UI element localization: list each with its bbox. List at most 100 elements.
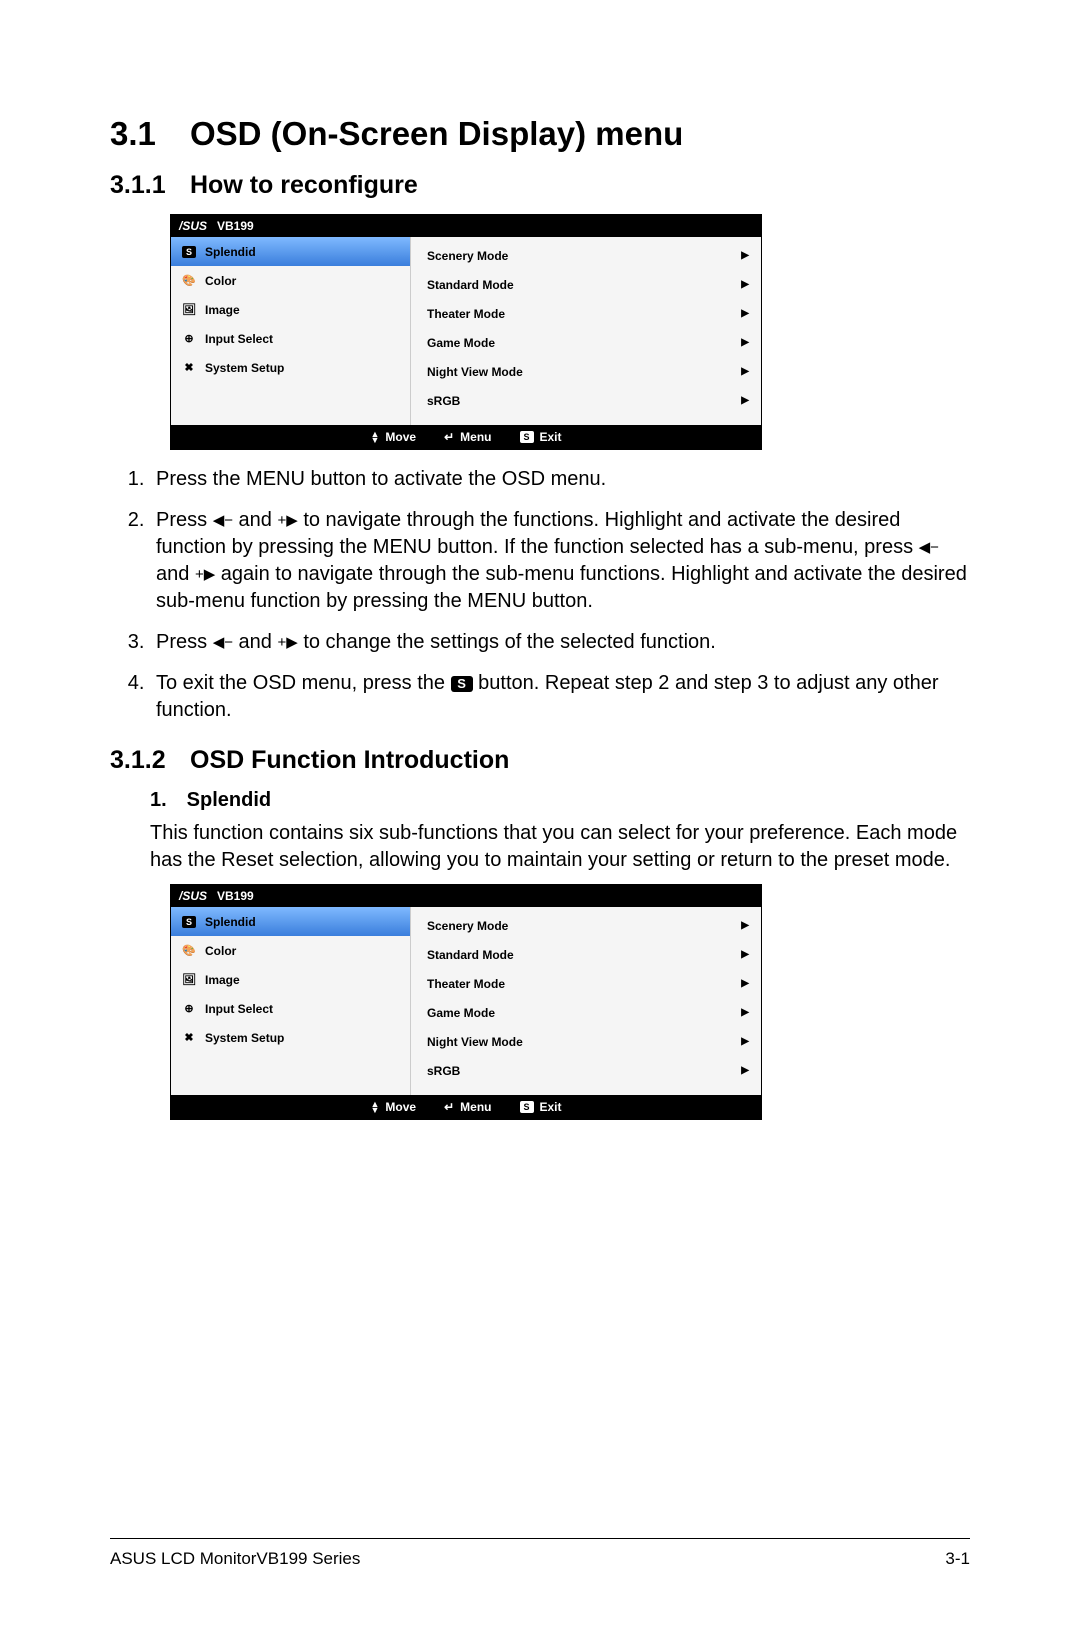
osd-brand: /SUS — [179, 889, 207, 903]
osd-mode-theater: Theater Mode▶ — [423, 969, 753, 998]
chevron-right-icon: ▶ — [741, 366, 749, 377]
chevron-right-icon: ▶ — [741, 279, 749, 290]
osd-right-menu: Scenery Mode▶ Standard Mode▶ Theater Mod… — [411, 907, 761, 1095]
plus-right-icon: +▶ — [277, 513, 297, 528]
osd-menu-label: Input Select — [205, 1002, 273, 1016]
chevron-right-icon: ▶ — [741, 1065, 749, 1076]
tools-icon: ✖ — [181, 361, 197, 375]
osd-menu-splendid: S Splendid — [171, 237, 410, 266]
chevron-right-icon: ▶ — [741, 949, 749, 960]
osd-mode-theater: Theater Mode▶ — [423, 299, 753, 328]
menu-icon: ↵ — [444, 430, 454, 444]
osd-mode-srgb: sRGB▶ — [423, 386, 753, 415]
subsection-312-number: 3.1.2 — [110, 746, 190, 775]
osd-menu-color: 🎨 Color — [171, 266, 410, 295]
osd-mode-game: Game Mode▶ — [423, 328, 753, 357]
osd-menu-color: 🎨 Color — [171, 936, 410, 965]
step-1: Press the MENU button to activate the OS… — [150, 466, 970, 493]
image-icon: 🖼 — [181, 973, 197, 987]
chevron-right-icon: ▶ — [741, 395, 749, 406]
osd-menu-input-select: ⊕ Input Select — [171, 994, 410, 1023]
left-minus-icon: ◀− — [213, 635, 233, 650]
step-3: Press ◀− and +▶ to change the settings o… — [150, 629, 970, 656]
subsection-312-heading: 3.1.2OSD Function Introduction — [110, 746, 970, 775]
image-icon: 🖼 — [181, 303, 197, 317]
osd-left-menu: S Splendid 🎨 Color 🖼 Image ⊕ Input Selec… — [171, 237, 411, 425]
subsection-311-heading: 3.1.1How to reconfigure — [110, 171, 970, 200]
chevron-right-icon: ▶ — [741, 1036, 749, 1047]
osd-footer: ▲▼Move ↵Menu SExit — [171, 1095, 761, 1119]
left-minus-icon: ◀− — [213, 513, 233, 528]
manual-page: 3.1OSD (On-Screen Display) menu 3.1.1How… — [0, 0, 1080, 1627]
subsection-312-title: OSD Function Introduction — [190, 746, 509, 774]
osd-menu-image: 🖼 Image — [171, 965, 410, 994]
osd-menu-label: Image — [205, 303, 240, 317]
s-button-icon: S — [451, 676, 473, 692]
osd-menu-splendid: S Splendid — [171, 907, 410, 936]
subsection-311-title: How to reconfigure — [190, 171, 418, 199]
osd-brand: /SUS — [179, 219, 207, 233]
osd-model: VB199 — [217, 889, 254, 903]
step-4: To exit the OSD menu, press the S button… — [150, 670, 970, 724]
chevron-right-icon: ▶ — [741, 978, 749, 989]
osd-mode-nightview: Night View Mode▶ — [423, 357, 753, 386]
osd-screenshot-2: /SUS VB199 S Splendid 🎨 Color 🖼 Image ⊕ — [170, 884, 762, 1120]
osd-menu-system-setup: ✖ System Setup — [171, 353, 410, 382]
osd-mode-scenery: Scenery Mode▶ — [423, 911, 753, 940]
osd-footer-exit: SExit — [520, 430, 562, 444]
osd-mode-scenery: Scenery Mode▶ — [423, 241, 753, 270]
osd-menu-label: Color — [205, 944, 236, 958]
osd-header: /SUS VB199 — [171, 885, 761, 907]
osd-menu-image: 🖼 Image — [171, 295, 410, 324]
osd-body: S Splendid 🎨 Color 🖼 Image ⊕ Input Selec… — [171, 907, 761, 1095]
footer-product: ASUS LCD MonitorVB199 Series — [110, 1549, 360, 1569]
osd-mode-srgb: sRGB▶ — [423, 1056, 753, 1085]
chevron-right-icon: ▶ — [741, 250, 749, 261]
osd-footer-menu: ↵Menu — [444, 430, 491, 444]
palette-icon: 🎨 — [181, 274, 197, 288]
subsection-311-number: 3.1.1 — [110, 171, 190, 200]
chevron-right-icon: ▶ — [741, 1007, 749, 1018]
left-minus-icon: ◀− — [919, 540, 939, 555]
osd-right-menu: Scenery Mode▶ Standard Mode▶ Theater Mod… — [411, 237, 761, 425]
osd-menu-label: Input Select — [205, 332, 273, 346]
osd-mode-standard: Standard Mode▶ — [423, 270, 753, 299]
osd-menu-label: Image — [205, 973, 240, 987]
osd-mode-standard: Standard Mode▶ — [423, 940, 753, 969]
updown-icon: ▲▼ — [370, 430, 379, 444]
splendid-heading: 1. Splendid — [150, 789, 970, 812]
reconfigure-steps: Press the MENU button to activate the OS… — [110, 466, 970, 724]
osd-menu-label: System Setup — [205, 361, 284, 375]
osd-header: /SUS VB199 — [171, 215, 761, 237]
osd-body: S Splendid 🎨 Color 🖼 Image ⊕ Input Selec… — [171, 237, 761, 425]
osd-menu-label: System Setup — [205, 1031, 284, 1045]
menu-icon: ↵ — [444, 1100, 454, 1114]
osd-screenshot-1: /SUS VB199 S Splendid 🎨 Color 🖼 Image ⊕ — [170, 214, 762, 450]
osd-left-menu: S Splendid 🎨 Color 🖼 Image ⊕ Input Selec… — [171, 907, 411, 1095]
palette-icon: 🎨 — [181, 944, 197, 958]
osd-footer-move: ▲▼Move — [370, 430, 416, 444]
osd-footer-move: ▲▼Move — [370, 1100, 416, 1114]
chevron-right-icon: ▶ — [741, 920, 749, 931]
s-icon: S — [520, 1101, 534, 1113]
osd-menu-label: Color — [205, 274, 236, 288]
osd-footer: ▲▼Move ↵Menu SExit — [171, 425, 761, 449]
chevron-right-icon: ▶ — [741, 337, 749, 348]
s-icon: S — [181, 915, 197, 929]
splendid-description: This function contains six sub-functions… — [150, 820, 970, 874]
footer-page-number: 3-1 — [945, 1549, 970, 1569]
updown-icon: ▲▼ — [370, 1100, 379, 1114]
osd-menu-input-select: ⊕ Input Select — [171, 324, 410, 353]
osd-model: VB199 — [217, 219, 254, 233]
osd-mode-game: Game Mode▶ — [423, 998, 753, 1027]
osd-menu-system-setup: ✖ System Setup — [171, 1023, 410, 1052]
input-icon: ⊕ — [181, 332, 197, 346]
page-footer: ASUS LCD MonitorVB199 Series 3-1 — [110, 1538, 970, 1569]
plus-right-icon: +▶ — [277, 635, 297, 650]
osd-mode-nightview: Night View Mode▶ — [423, 1027, 753, 1056]
tools-icon: ✖ — [181, 1031, 197, 1045]
chevron-right-icon: ▶ — [741, 308, 749, 319]
s-icon: S — [181, 245, 197, 259]
step-2: Press ◀− and +▶ to navigate through the … — [150, 507, 970, 615]
plus-right-icon: +▶ — [195, 567, 215, 582]
